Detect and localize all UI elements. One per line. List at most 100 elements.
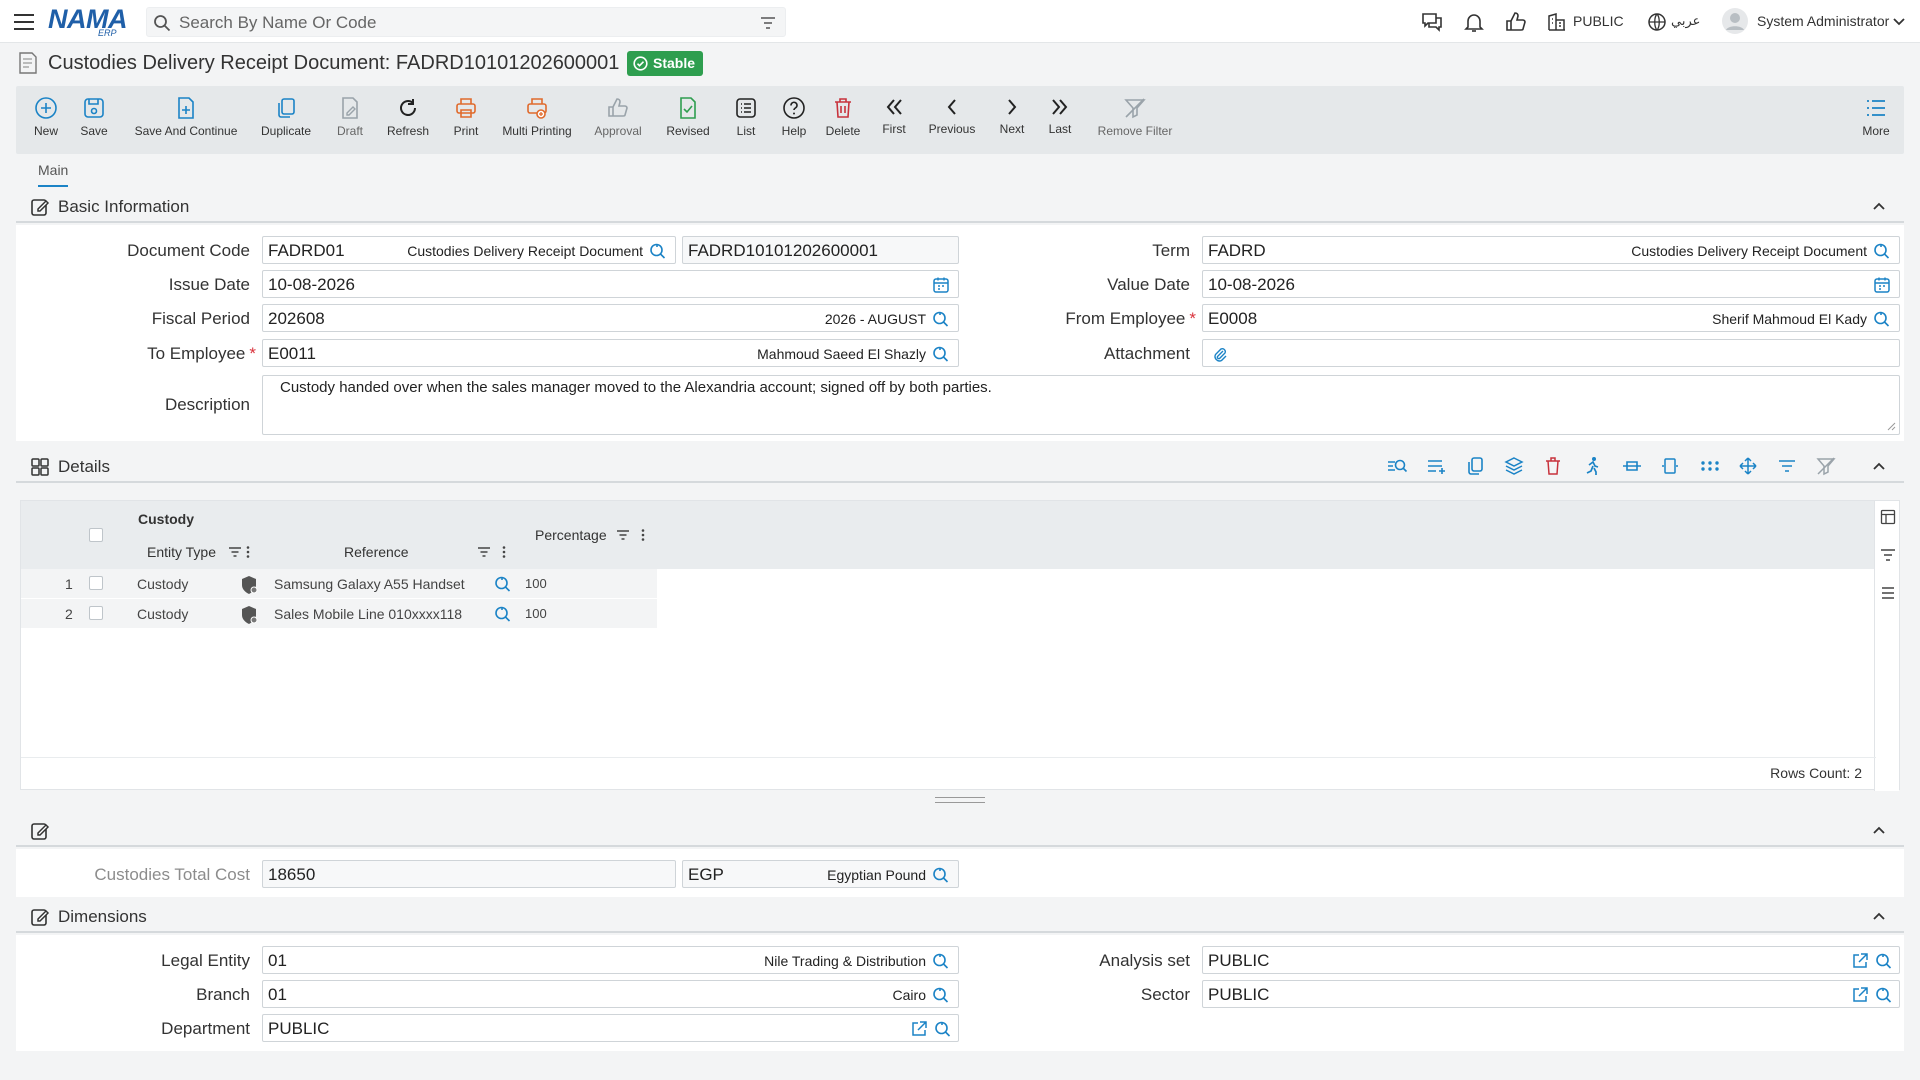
sector-field[interactable]: PUBLIC — [1202, 980, 1900, 1008]
lookup-search-icon[interactable] — [934, 1020, 952, 1038]
fiscal-period-field[interactable]: 202608 2026 - AUGUST — [262, 304, 959, 332]
column-menu-icon[interactable] — [500, 545, 508, 559]
print-button[interactable]: Print — [444, 86, 488, 154]
document-code-field[interactable]: FADRD01 Custodies Delivery Receipt Docum… — [262, 236, 676, 264]
details-header[interactable]: Details — [16, 449, 1904, 483]
delete-row-icon[interactable] — [1543, 456, 1563, 476]
hamburger-menu-icon[interactable] — [12, 10, 36, 34]
delete-button[interactable]: Delete — [818, 86, 868, 154]
chevron-down-icon[interactable] — [1892, 15, 1906, 29]
revised-button[interactable]: Revised — [660, 86, 716, 154]
calendar-icon[interactable] — [932, 276, 950, 294]
lookup-search-icon[interactable] — [494, 575, 512, 593]
tab-main[interactable]: Main — [38, 162, 69, 187]
last-button[interactable]: Last — [1038, 86, 1082, 154]
remove-filter-button[interactable]: Remove Filter — [1094, 86, 1176, 154]
lookup-search-icon[interactable] — [1875, 986, 1893, 1004]
column-fit-icon[interactable] — [1621, 456, 1643, 476]
attachment-field[interactable] — [1202, 339, 1900, 367]
grid-search-icon[interactable] — [1386, 456, 1408, 476]
chevron-up-icon[interactable] — [1872, 909, 1886, 923]
grid-resize-handle[interactable] — [935, 797, 985, 803]
col-percentage[interactable]: Percentage — [535, 527, 607, 543]
totals-header[interactable] — [16, 813, 1904, 847]
rows-panel-icon[interactable] — [1880, 585, 1896, 601]
paperclip-icon[interactable] — [1211, 345, 1229, 363]
calendar-icon[interactable] — [1873, 276, 1891, 294]
open-external-icon[interactable] — [1851, 986, 1869, 1004]
grid-remove-filter-icon[interactable] — [1816, 456, 1836, 476]
row-checkbox[interactable] — [89, 606, 103, 620]
language-globe-icon[interactable] — [1647, 12, 1667, 32]
term-field[interactable]: FADRD Custodies Delivery Receipt Documen… — [1202, 236, 1900, 264]
help-button[interactable]: Help — [772, 86, 816, 154]
new-button[interactable]: New — [24, 86, 68, 154]
columns-panel-icon[interactable] — [1880, 509, 1896, 525]
analysis-set-field[interactable]: PUBLIC — [1202, 946, 1900, 974]
row-checkbox[interactable] — [89, 576, 103, 590]
save-and-continue-button[interactable]: Save And Continue — [128, 86, 244, 154]
table-row[interactable]: 1 Custody Samsung Galaxy A55 Handset 100 — [21, 569, 657, 599]
lookup-search-icon[interactable] — [1873, 242, 1891, 260]
user-avatar-icon[interactable] — [1722, 8, 1748, 34]
layers-icon[interactable] — [1504, 456, 1524, 476]
company-building-icon[interactable] — [1547, 12, 1567, 32]
approval-button[interactable]: Approval — [588, 86, 648, 154]
messages-icon[interactable] — [1420, 10, 1444, 34]
legal-entity-field[interactable]: 01 Nile Trading & Distribution — [262, 946, 959, 974]
resize-handle-icon[interactable] — [1887, 422, 1896, 431]
lookup-search-icon[interactable] — [649, 242, 667, 260]
user-name[interactable]: System Administrator — [1757, 13, 1889, 29]
table-row[interactable]: 2 Custody Sales Mobile Line 010xxxx118 1… — [21, 599, 657, 629]
multi-printing-button[interactable]: Multi Printing — [496, 86, 578, 154]
basic-information-header[interactable]: Basic Information — [16, 189, 1904, 223]
next-button[interactable]: Next — [990, 86, 1034, 154]
column-menu-icon[interactable] — [244, 545, 252, 559]
lookup-search-icon[interactable] — [932, 310, 950, 328]
thumbs-up-icon[interactable] — [1504, 10, 1528, 34]
chevron-up-icon[interactable] — [1872, 199, 1886, 213]
add-row-icon[interactable] — [1426, 456, 1448, 476]
lookup-search-icon[interactable] — [494, 605, 512, 623]
select-all-checkbox[interactable] — [89, 528, 103, 542]
save-button[interactable]: Save — [72, 86, 116, 154]
draft-button[interactable]: Draft — [328, 86, 372, 154]
nama-logo[interactable]: NAMA ERP — [48, 4, 132, 38]
company-public-label[interactable]: PUBLIC — [1573, 13, 1624, 29]
duplicate-button[interactable]: Duplicate — [256, 86, 316, 154]
first-button[interactable]: First — [872, 86, 916, 154]
list-button[interactable]: List — [724, 86, 768, 154]
branch-field[interactable]: 01 Cairo — [262, 980, 959, 1008]
to-employee-field[interactable]: E0011 Mahmoud Saeed El Shazly — [262, 339, 959, 367]
dots-grid-icon[interactable] — [1699, 456, 1721, 476]
issue-date-field[interactable]: 10-08-2026 — [262, 270, 959, 298]
move-icon[interactable] — [1738, 456, 1758, 476]
from-employee-field[interactable]: E0008 Sherif Mahmoud El Kady — [1202, 304, 1900, 332]
column-filter-icon[interactable] — [616, 528, 630, 542]
run-icon[interactable] — [1582, 456, 1602, 476]
description-textarea[interactable]: Custody handed over when the sales manag… — [262, 375, 1900, 435]
value-date-field[interactable]: 10-08-2026 — [1202, 270, 1900, 298]
column-menu-icon[interactable] — [639, 528, 647, 542]
lookup-search-icon[interactable] — [1875, 952, 1893, 970]
lookup-search-icon[interactable] — [932, 952, 950, 970]
more-button[interactable]: More — [1854, 86, 1898, 154]
department-field[interactable]: PUBLIC — [262, 1014, 959, 1042]
column-filter-icon[interactable] — [228, 545, 242, 559]
grid-filter-icon[interactable] — [1777, 456, 1797, 476]
open-external-icon[interactable] — [1851, 952, 1869, 970]
col-entity-type[interactable]: Entity Type — [147, 544, 216, 560]
open-external-icon[interactable] — [910, 1020, 928, 1038]
column-filter-icon[interactable] — [477, 545, 491, 559]
chevron-up-icon[interactable] — [1872, 823, 1886, 837]
previous-button[interactable]: Previous — [924, 86, 980, 154]
chevron-up-icon[interactable] — [1872, 459, 1886, 473]
lookup-search-icon[interactable] — [932, 866, 950, 884]
lookup-search-icon[interactable] — [932, 986, 950, 1004]
lookup-search-icon[interactable] — [932, 345, 950, 363]
copy-row-icon[interactable] — [1465, 456, 1485, 476]
language-switch[interactable]: عربي — [1671, 13, 1700, 29]
refresh-button[interactable]: Refresh — [380, 86, 436, 154]
expand-column-icon[interactable] — [1660, 456, 1680, 476]
filters-panel-icon[interactable] — [1880, 547, 1896, 563]
